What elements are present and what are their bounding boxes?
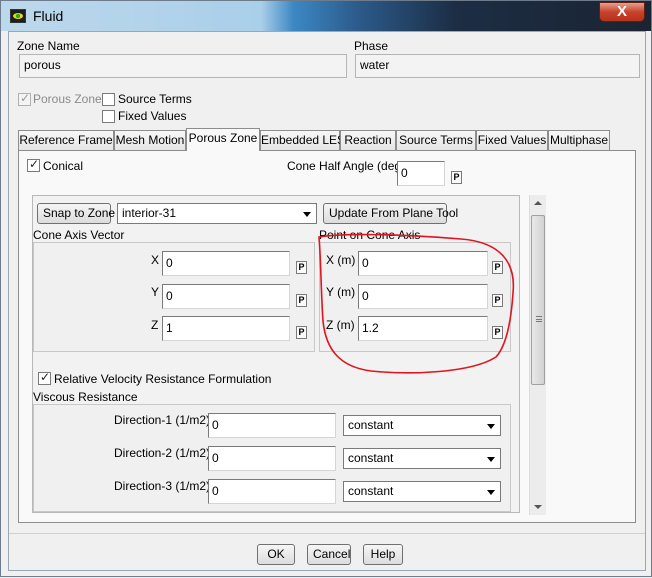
porous-zone-label: Porous Zone xyxy=(33,92,102,106)
direction-2-method-value: constant xyxy=(348,451,394,465)
direction-2-method-select[interactable]: constant xyxy=(343,448,501,469)
direction-3-label: Direction-3 (1/m2) xyxy=(114,479,211,493)
tab-source-terms[interactable]: Source Terms xyxy=(396,130,476,150)
direction-2-input[interactable]: 0 xyxy=(208,446,336,471)
tab-porous-zone[interactable]: Porous Zone xyxy=(186,128,260,151)
zone-name-field[interactable]: porous xyxy=(19,54,347,78)
direction-3-input[interactable]: 0 xyxy=(208,479,336,504)
fluid-dialog: Fluid X Zone Name porous Phase water Por… xyxy=(0,0,652,577)
phase-label: Phase xyxy=(354,39,389,53)
axis-y-label: Y xyxy=(151,285,160,299)
title-bar[interactable]: Fluid X xyxy=(1,1,651,31)
axis-y-input[interactable]: 0 xyxy=(162,284,290,309)
direction-1-method-value: constant xyxy=(348,418,394,432)
cone-half-angle-parameter-button[interactable]: P xyxy=(451,171,462,184)
direction-2-label: Direction-2 (1/m2) xyxy=(114,446,211,460)
grip-icon xyxy=(536,316,542,322)
point-x-label: X (m) xyxy=(326,253,356,267)
axis-z-label: Z xyxy=(151,318,159,332)
scroll-up-icon[interactable] xyxy=(534,201,542,205)
fluent-app-icon xyxy=(10,9,26,23)
zone-select-value: interior-31 xyxy=(122,206,177,220)
porous-zone-panel: Conical Cone Half Angle (deg) 0 P Snap t… xyxy=(18,150,636,523)
conical-settings-box: Snap to Zone interior-31 Update From Pla… xyxy=(32,195,520,513)
axis-x-label: X xyxy=(151,253,160,267)
chevron-down-icon xyxy=(303,212,311,217)
source-terms-checkbox[interactable] xyxy=(102,93,115,106)
axis-y-parameter-button[interactable]: P xyxy=(296,294,307,307)
axis-x-parameter-button[interactable]: P xyxy=(296,261,307,274)
vertical-scrollbar[interactable] xyxy=(529,195,546,515)
update-from-plane-tool-button[interactable]: Update From Plane Tool xyxy=(323,203,458,224)
point-z-label: Z (m) xyxy=(326,318,355,332)
direction-1-input[interactable]: 0 xyxy=(208,413,336,438)
tab-mesh-motion[interactable]: Mesh Motion xyxy=(114,130,186,150)
zone-select[interactable]: interior-31 xyxy=(117,203,317,224)
close-icon: X xyxy=(616,3,627,20)
zone-name-label: Zone Name xyxy=(17,39,80,53)
point-x-input[interactable]: 0 xyxy=(358,251,488,276)
cone-axis-vector-group: X 0 P Y 0 P Z 1 P xyxy=(33,242,315,352)
tab-fixed-values[interactable]: Fixed Values xyxy=(476,130,548,150)
phase-field[interactable]: water xyxy=(355,54,640,78)
conical-label: Conical xyxy=(43,159,84,173)
tab-embedded-les[interactable]: Embedded LES xyxy=(260,130,345,150)
porous-zone-checkbox[interactable] xyxy=(18,91,31,106)
viscous-resistance-title: Viscous Resistance xyxy=(33,390,138,404)
fixed-values-label: Fixed Values xyxy=(118,109,187,123)
cancel-button[interactable]: Cancel xyxy=(307,544,351,565)
chevron-down-icon xyxy=(487,457,495,462)
ok-button[interactable]: OK xyxy=(257,544,295,565)
point-z-parameter-button[interactable]: P xyxy=(492,326,503,339)
cone-half-angle-label: Cone Half Angle (deg) xyxy=(287,159,406,173)
point-x-parameter-button[interactable]: P xyxy=(492,261,503,274)
point-y-parameter-button[interactable]: P xyxy=(492,294,503,307)
tab-multiphase[interactable]: Multiphase xyxy=(548,130,610,150)
relative-velocity-label: Relative Velocity Resistance Formulation xyxy=(54,372,272,386)
fixed-values-checkbox[interactable] xyxy=(102,110,115,123)
window-title: Fluid xyxy=(33,8,64,24)
axis-z-input[interactable]: 1 xyxy=(162,316,290,341)
relative-velocity-checkbox[interactable] xyxy=(38,370,51,385)
snap-to-zone-button[interactable]: Snap to Zone xyxy=(37,203,115,224)
tab-reference-frame[interactable]: Reference Frame xyxy=(18,130,114,150)
point-z-input[interactable]: 1.2 xyxy=(358,316,488,341)
scroll-down-icon[interactable] xyxy=(534,505,542,509)
conical-checkbox[interactable] xyxy=(27,157,40,172)
dialog-button-bar: OK Cancel Help xyxy=(9,533,645,571)
chevron-down-icon xyxy=(487,424,495,429)
cone-axis-vector-title: Cone Axis Vector xyxy=(33,228,125,242)
dialog-body: Zone Name porous Phase water Porous Zone… xyxy=(8,31,646,571)
viscous-resistance-group: Direction-1 (1/m2) 0 constant Direction-… xyxy=(33,404,511,512)
help-button[interactable]: Help xyxy=(363,544,403,565)
direction-1-label: Direction-1 (1/m2) xyxy=(114,413,211,427)
direction-3-method-value: constant xyxy=(348,484,394,498)
point-on-cone-axis-title: Point on Cone Axis xyxy=(319,228,421,242)
axis-z-parameter-button[interactable]: P xyxy=(296,326,307,339)
point-on-cone-axis-group: X (m) 0 P Y (m) 0 P Z (m) 1.2 P xyxy=(319,242,511,352)
tab-reaction[interactable]: Reaction xyxy=(340,130,396,150)
direction-1-method-select[interactable]: constant xyxy=(343,415,501,436)
axis-x-input[interactable]: 0 xyxy=(162,251,290,276)
scrollbar-thumb[interactable] xyxy=(531,215,545,385)
point-y-label: Y (m) xyxy=(326,285,356,299)
chevron-down-icon xyxy=(487,490,495,495)
direction-3-method-select[interactable]: constant xyxy=(343,481,501,502)
cone-half-angle-input[interactable]: 0 xyxy=(397,161,445,186)
source-terms-label: Source Terms xyxy=(118,92,192,106)
point-y-input[interactable]: 0 xyxy=(358,284,488,309)
close-button[interactable]: X xyxy=(599,2,645,22)
